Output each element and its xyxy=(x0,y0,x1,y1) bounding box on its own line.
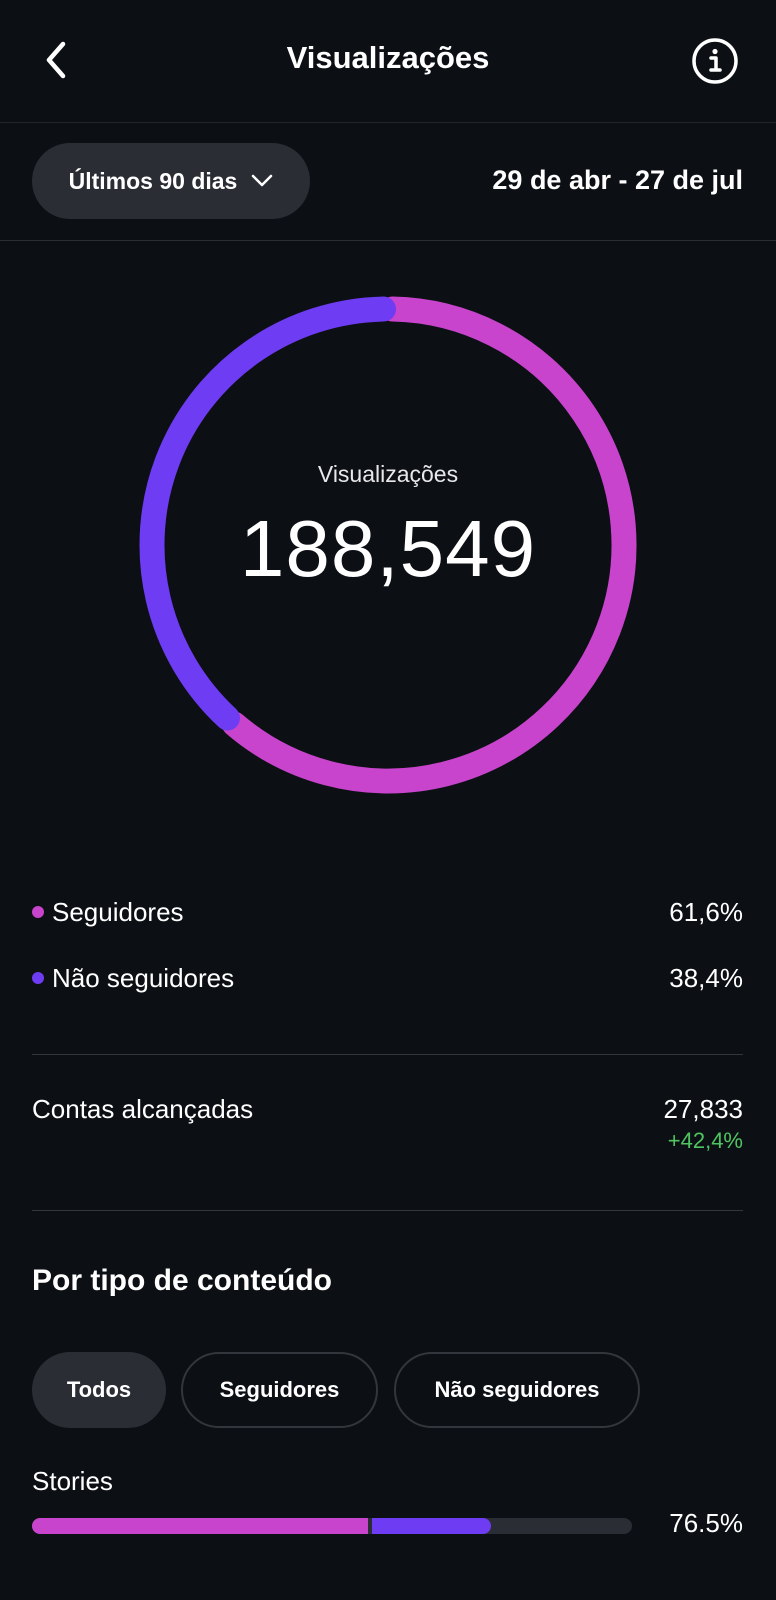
filter-bar: Últimos 90 dias 29 de abr - 27 de jul xyxy=(0,123,776,241)
followers-dot xyxy=(32,906,44,918)
period-dropdown[interactable]: Últimos 90 dias xyxy=(32,143,310,219)
stories-bar-non-followers xyxy=(372,1518,491,1534)
non-followers-dot xyxy=(32,972,44,984)
legend-value: 61,6% xyxy=(669,896,743,927)
legend-item-followers: Seguidores 61,6% xyxy=(32,892,743,932)
info-button[interactable] xyxy=(690,36,740,86)
accounts-reached-change: +42,4% xyxy=(667,1128,743,1153)
legend-label: Não seguidores xyxy=(52,962,235,993)
period-label: Últimos 90 dias xyxy=(68,167,238,194)
views-donut-chart: Visualizações 188,549 xyxy=(136,293,640,797)
chevron-down-icon xyxy=(252,174,273,187)
chip-followers[interactable]: Seguidores xyxy=(181,1352,378,1428)
chip-non-followers[interactable]: Não seguidores xyxy=(394,1352,640,1428)
chip-all[interactable]: Todos xyxy=(32,1352,166,1428)
divider xyxy=(32,1210,743,1211)
accounts-reached-label: Contas alcançadas xyxy=(32,1094,254,1124)
stories-bar-followers xyxy=(32,1518,368,1534)
stories-bar xyxy=(32,1518,632,1534)
stories-percent: 76.5% xyxy=(669,1508,743,1538)
page-title: Visualizações xyxy=(286,40,490,75)
top-bar: Visualizações xyxy=(0,0,776,123)
stories-label: Stories xyxy=(32,1466,113,1496)
donut-total: 188,549 xyxy=(239,504,537,593)
info-icon xyxy=(692,38,738,84)
legend-value: 38,4% xyxy=(669,962,743,993)
legend-label: Seguidores xyxy=(52,896,184,927)
legend-item-non-followers: Não seguidores 38,4% xyxy=(32,958,743,998)
divider xyxy=(32,1054,743,1055)
section-title: Por tipo de conteúdo xyxy=(32,1264,332,1297)
accounts-reached-value: 27,833 xyxy=(663,1094,743,1124)
date-range: 29 de abr - 27 de jul xyxy=(492,165,743,195)
donut-title: Visualizações xyxy=(317,461,459,487)
